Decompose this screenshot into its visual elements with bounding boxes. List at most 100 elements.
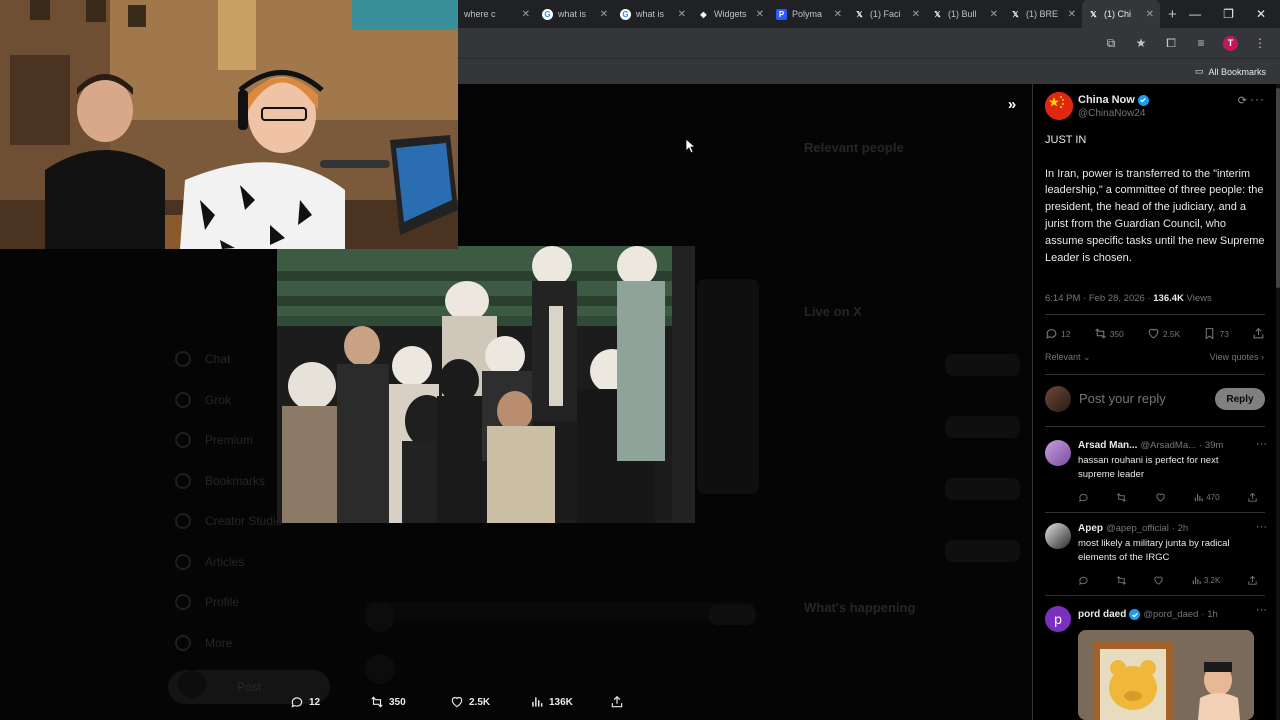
reply-item[interactable]: Arsad Man... @ArsadMa... · 39m ··· hassan … [1045, 438, 1267, 514]
browser-tab[interactable]: Gwhat is ✕ [536, 0, 614, 28]
post-actions: 12 350 2.5K 73 [1045, 327, 1265, 340]
close-window-icon[interactable]: ✕ [1256, 7, 1266, 21]
profile-avatar[interactable]: T [1223, 35, 1238, 51]
views-chart-icon [1194, 493, 1203, 502]
browser-tab[interactable]: 𝕏 (1) Faci ✕ [848, 0, 926, 28]
grok-icon[interactable]: ⟳ [1238, 94, 1247, 107]
views-count: 136.4K [1153, 293, 1184, 304]
extensions-icon[interactable]: ⧠ [1163, 36, 1179, 51]
bookmarks-bar: ▭ All Bookmarks [458, 58, 1280, 84]
browser-tab[interactable]: ◆ Widgets ✕ [692, 0, 770, 28]
install-app-icon[interactable]: ⧉ [1103, 36, 1119, 51]
repost-icon [1094, 328, 1106, 339]
browser-tab[interactable]: P Polyma ✕ [770, 0, 848, 28]
bg-nav-item: Articles [175, 542, 282, 583]
close-tab-icon[interactable]: ✕ [756, 9, 764, 20]
more-options-icon[interactable]: ··· [1250, 92, 1265, 106]
reply-actions: 470 [1078, 492, 1258, 503]
menu-kebab-icon[interactable]: ⋮ [1252, 36, 1268, 50]
reply-button[interactable]: 12 [1045, 327, 1070, 340]
close-tab-icon[interactable]: ✕ [912, 9, 920, 20]
media-views-button[interactable]: 136K [530, 695, 610, 709]
browser-tab[interactable]: 𝕏 (1) Bull ✕ [926, 0, 1004, 28]
reply-avatar[interactable]: p [1045, 606, 1071, 632]
browser-tab[interactable]: Gwhat is ✕ [614, 0, 692, 28]
bg-avatar [365, 654, 395, 684]
author-handle[interactable]: @ChinaNow24 [1078, 108, 1145, 119]
bg-nav-item: Chat [175, 339, 282, 380]
reply-item[interactable]: Apep @apep_official · 2h ··· most likely a… [1045, 521, 1267, 597]
media-share-button[interactable] [610, 695, 690, 709]
panel-scrollbar[interactable] [1276, 84, 1280, 720]
view-quotes-link[interactable]: View quotes › [1210, 352, 1264, 362]
share-icon[interactable] [1247, 575, 1258, 586]
post-detail-panel: China Now @ChinaNow24 ⟳ ··· JUST IN In I… [1032, 84, 1276, 720]
reply-avatar[interactable] [1045, 440, 1071, 466]
widget-icon: ◆ [700, 9, 707, 19]
chevron-down-icon: ⌄ [1083, 352, 1091, 362]
post-timestamp[interactable]: 6:14 PM · Feb 28, 2026 · [1045, 293, 1153, 304]
bookmark-button[interactable]: 73 [1203, 327, 1229, 340]
close-tab-icon[interactable]: ✕ [990, 9, 998, 20]
author-name[interactable]: China Now [1078, 94, 1149, 106]
media-control-icon[interactable]: ≡ [1193, 36, 1209, 50]
browser-tab[interactable]: 𝕏 (1) BRE ✕ [1004, 0, 1082, 28]
browser-tab[interactable]: where c ✕ [458, 0, 536, 28]
scrollbar-thumb[interactable] [1276, 88, 1280, 288]
more-options-icon[interactable]: ··· [1256, 521, 1267, 533]
reply-author[interactable]: Apep @apep_official · 2h [1078, 523, 1188, 534]
media-like-button[interactable]: 2.5K [450, 695, 530, 709]
reply-author[interactable]: pord daed @pord_daed · 1h [1078, 609, 1218, 620]
share-button[interactable] [1252, 327, 1265, 340]
divider [1045, 512, 1265, 513]
more-options-icon[interactable]: ··· [1256, 604, 1267, 616]
x-logo-icon: 𝕏 [856, 9, 863, 19]
china-flag-avatar[interactable] [1045, 92, 1073, 120]
reply-views[interactable]: 3.2K [1191, 575, 1220, 586]
repost-button[interactable]: 350 [1094, 327, 1124, 340]
heart-icon[interactable] [1155, 492, 1166, 503]
heart-icon[interactable] [1153, 575, 1164, 586]
new-tab-icon[interactable]: + [1160, 6, 1185, 23]
reply-sort-dropdown[interactable]: Relevant ⌄ [1045, 352, 1091, 363]
post-media-photo[interactable] [277, 246, 695, 523]
reply-submit-button[interactable]: Reply [1215, 388, 1265, 410]
close-tab-icon[interactable]: ✕ [522, 9, 530, 20]
reply-icon [291, 697, 303, 708]
bg-thumbnail [945, 354, 1020, 376]
mouse-cursor-icon [686, 139, 696, 154]
reply-avatar[interactable] [1045, 523, 1071, 549]
google-icon: G [620, 8, 631, 20]
reply-views[interactable]: 470 [1193, 492, 1220, 503]
divider [1045, 314, 1265, 315]
media-repost-button[interactable]: 350 [370, 695, 450, 709]
views-chart-icon [532, 697, 543, 707]
reply-author[interactable]: Arsad Man... @ArsadMa... · 39m [1078, 440, 1223, 451]
close-tab-icon[interactable]: ✕ [678, 9, 686, 20]
reply-input[interactable] [1079, 391, 1199, 406]
close-tab-icon[interactable]: ✕ [600, 9, 608, 20]
maximize-icon[interactable]: ❐ [1223, 7, 1234, 21]
reply-icon[interactable] [1078, 492, 1089, 503]
bookmark-star-icon[interactable]: ★ [1133, 36, 1149, 50]
repost-icon[interactable] [1116, 575, 1127, 586]
browser-tab-active[interactable]: 𝕏 (1) Chi ✕ [1082, 0, 1160, 28]
share-icon[interactable] [1247, 492, 1258, 503]
bg-whats-happening-header: What's happening [804, 600, 916, 615]
like-button[interactable]: 2.5K [1147, 327, 1180, 340]
chevron-right-icon: › [1261, 352, 1264, 362]
media-reply-button[interactable]: 12 [290, 695, 370, 709]
repost-icon[interactable] [1116, 492, 1127, 503]
bg-nav-item: Creator Studio [175, 501, 282, 542]
reply-icon[interactable] [1078, 575, 1089, 586]
all-bookmarks-link[interactable]: All Bookmarks [1208, 67, 1266, 77]
more-options-icon[interactable]: ··· [1256, 438, 1267, 450]
close-tab-icon[interactable]: ✕ [1146, 9, 1154, 20]
reply-media-image[interactable] [1078, 630, 1254, 720]
views-label: Views [1186, 293, 1212, 304]
close-tab-icon[interactable]: ✕ [834, 9, 842, 20]
collapse-panel-icon[interactable]: » [1000, 94, 1024, 116]
minimize-icon[interactable]: — [1189, 7, 1201, 21]
polymarket-icon: P [776, 8, 787, 20]
close-tab-icon[interactable]: ✕ [1068, 9, 1076, 20]
